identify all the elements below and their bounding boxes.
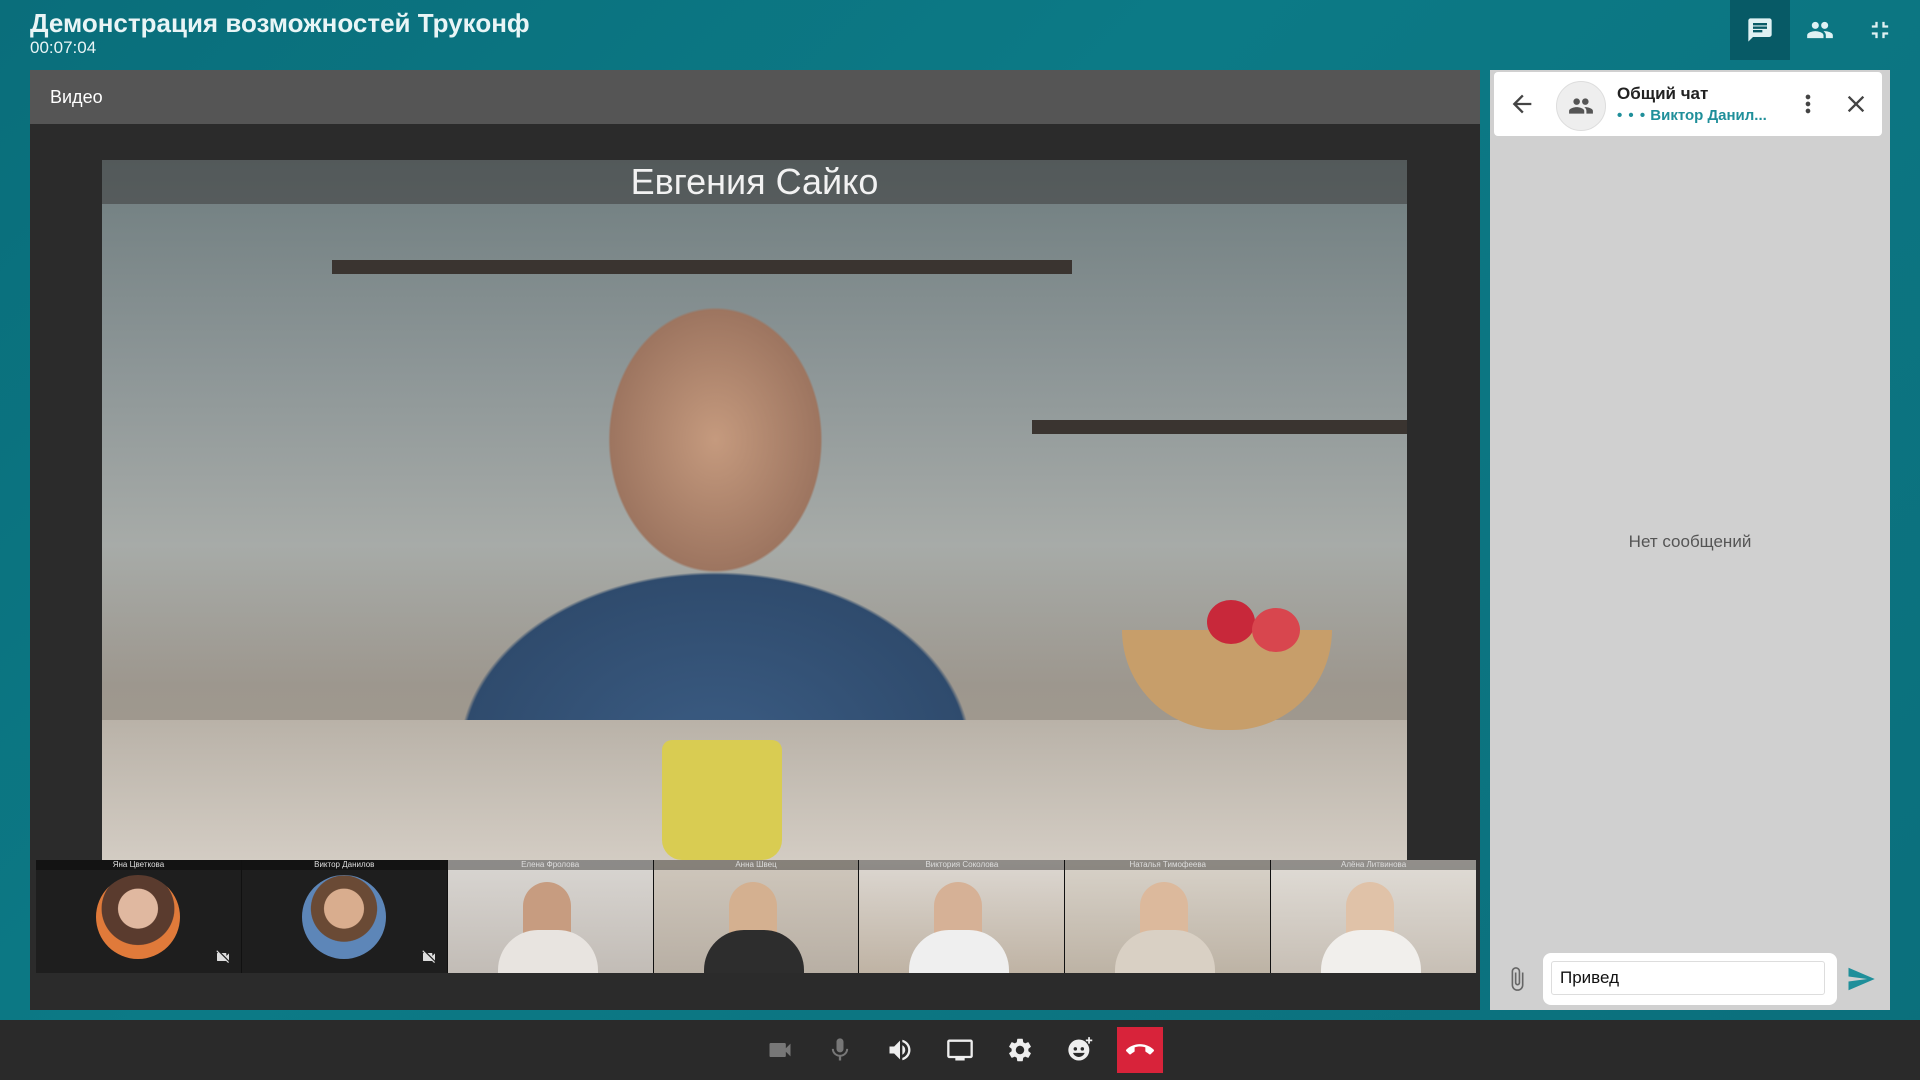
chat-toggle-button[interactable] — [1730, 0, 1790, 60]
chat-panel: Общий чат • • • Виктор Данил... Нет сооб… — [1490, 70, 1890, 1010]
group-icon — [1569, 98, 1593, 114]
participant-video-figure — [497, 930, 598, 973]
video-panel-header: Видео — [30, 70, 1480, 124]
video-background-apple — [1252, 608, 1300, 652]
chat-input-row — [1490, 950, 1890, 1010]
participant-video-figure — [703, 930, 804, 973]
camera-button[interactable] — [758, 1028, 802, 1072]
empty-chat-message: Нет сообщений — [1628, 532, 1752, 551]
chat-icon — [1748, 18, 1772, 42]
typing-dots-icon: • • • — [1617, 107, 1647, 124]
participant-thumbnail[interactable]: Анна Швец — [653, 860, 860, 973]
video-background-apple — [1207, 600, 1255, 644]
send-icon[interactable] — [1846, 964, 1876, 994]
reaction-button[interactable] — [1058, 1028, 1102, 1072]
more-vertical-icon[interactable] — [1794, 90, 1822, 118]
hangup-icon — [1126, 1044, 1154, 1055]
screen-share-button[interactable] — [938, 1028, 982, 1072]
main-speaker-video[interactable]: Евгения Сайко — [102, 160, 1407, 860]
speaker-icon — [889, 1039, 911, 1061]
participant-avatar — [96, 875, 180, 959]
participant-thumbnail[interactable]: Наталья Тимофеева — [1065, 860, 1272, 973]
camera-off-icon — [216, 950, 229, 963]
participant-thumbnail[interactable]: Виктория Соколова — [859, 860, 1066, 973]
participant-video-figure — [909, 930, 1010, 973]
message-input-wrapper — [1543, 953, 1837, 1005]
participant-name: Алёна Литвинова — [1271, 860, 1477, 870]
microphone-icon — [831, 1038, 849, 1061]
video-background-mug — [662, 740, 782, 860]
chat-title: Общий чат — [1617, 84, 1709, 103]
hangup-button[interactable] — [1117, 1027, 1163, 1073]
microphone-button[interactable] — [818, 1028, 862, 1072]
conference-timer: 00:07:04 — [30, 38, 97, 57]
participant-name: Елена Фролова — [447, 860, 653, 870]
speaker-button[interactable] — [878, 1028, 922, 1072]
participant-thumbnail[interactable]: Виктор Данилов — [241, 860, 448, 973]
participant-name: Яна Цветкова — [36, 860, 241, 870]
video-background-shelf — [332, 260, 1072, 274]
chat-avatar — [1556, 81, 1606, 131]
participant-thumbnail[interactable]: Елена Фролова — [447, 860, 654, 973]
participant-thumbnail[interactable]: Алёна Литвинова — [1271, 860, 1477, 973]
camera-off-icon — [422, 950, 435, 963]
participant-video-figure — [1321, 930, 1422, 973]
collapse-icon — [1871, 21, 1889, 39]
screen-share-icon — [947, 1039, 973, 1061]
participant-video-figure — [1115, 930, 1216, 973]
participant-name: Наталья Тимофеева — [1065, 860, 1271, 870]
participants-icon — [1807, 21, 1833, 39]
chat-header: Общий чат • • • Виктор Данил... — [1494, 72, 1882, 136]
typing-indicator: • • • Виктор Данил... — [1617, 107, 1787, 124]
video-panel: Видео Евгения Сайко Яна Цветкова Виктор … — [30, 70, 1480, 1010]
reaction-icon — [1068, 1037, 1093, 1061]
video-background-bowl — [1122, 630, 1332, 730]
typing-user: Виктор Данил... — [1650, 107, 1767, 124]
control-bar — [0, 1020, 1920, 1080]
video-background-shelf — [1032, 420, 1407, 434]
exit-fullscreen-button[interactable] — [1850, 0, 1910, 60]
participant-thumbnails: Яна Цветкова Виктор Данилов Елена Фролов… — [36, 860, 1477, 973]
participant-name: Анна Швец — [653, 860, 859, 870]
settings-button[interactable] — [998, 1028, 1042, 1072]
camera-icon — [769, 1043, 791, 1057]
speaker-name: Евгения Сайко — [630, 161, 879, 202]
participants-toggle-button[interactable] — [1790, 0, 1850, 60]
attach-icon[interactable] — [1504, 964, 1530, 994]
back-arrow-icon[interactable] — [1508, 90, 1536, 118]
participant-name: Виктория Соколова — [859, 860, 1065, 870]
conference-title: Демонстрация возможностей Труконф — [30, 8, 530, 38]
participant-avatar — [301, 875, 386, 959]
top-bar: Демонстрация возможностей Труконф 00:07:… — [0, 0, 1920, 70]
settings-icon — [1009, 1038, 1031, 1062]
close-icon[interactable] — [1842, 90, 1870, 118]
participant-name: Виктор Данилов — [241, 860, 447, 870]
participant-thumbnail[interactable]: Яна Цветкова — [36, 860, 242, 973]
message-input[interactable] — [1551, 961, 1825, 995]
